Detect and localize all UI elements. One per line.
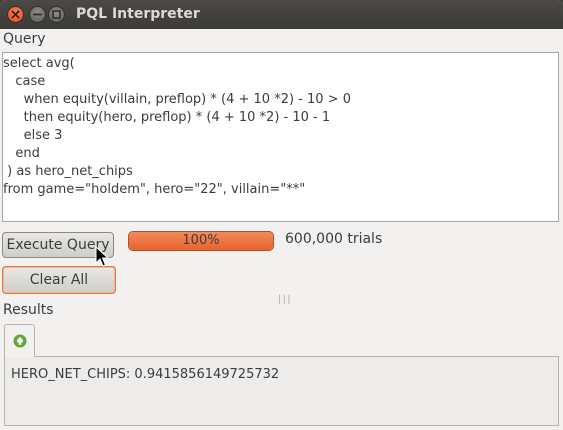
- query-line: else 3: [3, 128, 63, 143]
- title-bar[interactable]: PQL Interpreter: [0, 0, 563, 29]
- window-title: PQL Interpreter: [76, 6, 200, 22]
- maximize-icon: [52, 10, 61, 19]
- query-editor[interactable]: select avg( case when equity(villain, pr…: [2, 52, 559, 222]
- result-output: HERO_NET_CHIPS: 0.9415856149725732: [11, 367, 280, 382]
- mouse-pointer-icon: [95, 246, 109, 267]
- query-line: select avg(: [3, 56, 75, 71]
- results-label: Results: [3, 302, 54, 318]
- query-text[interactable]: select avg( case when equity(villain, pr…: [3, 53, 558, 199]
- clear-all-button[interactable]: Clear All: [2, 266, 116, 294]
- query-label: Query: [3, 31, 46, 47]
- progress-text: 100%: [182, 233, 220, 248]
- spade-icon: [13, 334, 27, 348]
- pane-resize-grip[interactable]: │││: [277, 295, 291, 304]
- maximize-window-button[interactable]: [48, 6, 65, 23]
- minimize-window-button[interactable]: [29, 6, 46, 23]
- minimize-icon: [33, 13, 42, 16]
- query-line: case: [3, 74, 46, 89]
- close-window-button[interactable]: [7, 6, 24, 23]
- query-line: end: [3, 146, 40, 161]
- query-line: from game="holdem", hero="22", villain="…: [3, 182, 306, 197]
- trials-count: 600,000 trials: [285, 231, 383, 247]
- results-tab[interactable]: [4, 324, 35, 357]
- query-line: when equity(villain, preflop) * (4 + 10 …: [3, 92, 351, 107]
- close-icon: [11, 10, 20, 19]
- app-window: PQL Interpreter Query select avg( case w…: [0, 0, 563, 430]
- query-line: ) as hero_net_chips: [3, 164, 133, 179]
- query-line: then equity(hero, preflop) * (4 + 10 *2)…: [3, 110, 331, 125]
- progress-bar: 100%: [128, 231, 274, 251]
